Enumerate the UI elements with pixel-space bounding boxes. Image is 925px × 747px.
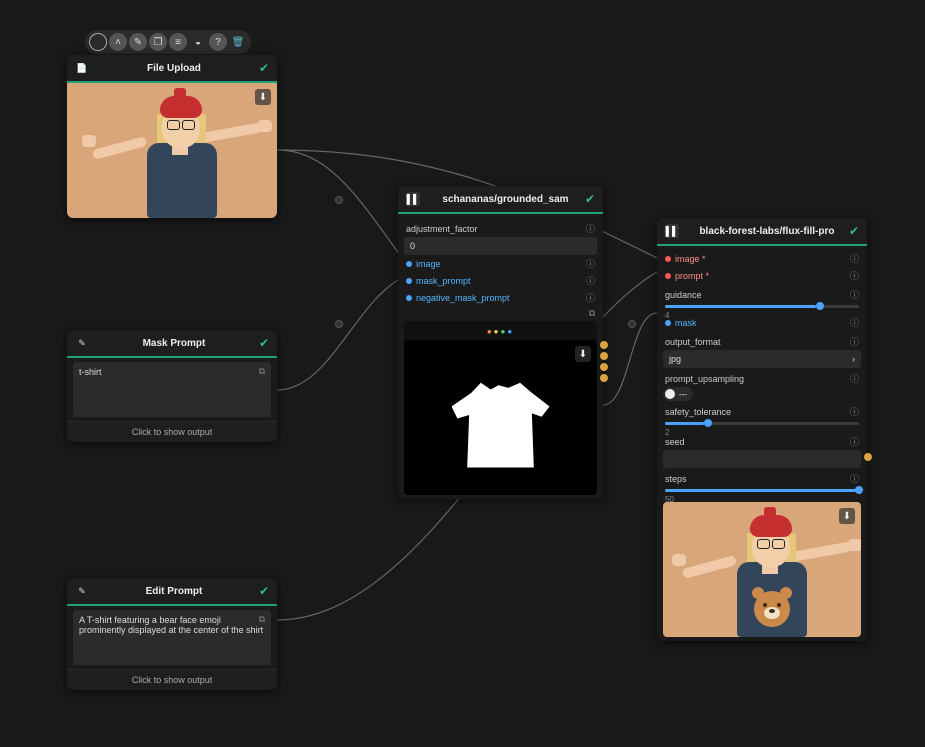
guidance-slider[interactable]: 4: [663, 303, 861, 314]
info-icon[interactable]: ⓘ: [850, 316, 859, 329]
info-icon[interactable]: ⓘ: [850, 405, 859, 418]
output-format-label: output_formatⓘ: [665, 335, 859, 348]
mask-prompt-text: t-shirt: [79, 367, 102, 377]
download-icon[interactable]: ⬇: [839, 508, 855, 524]
output-port[interactable]: [600, 374, 608, 382]
output-port[interactable]: [864, 453, 872, 461]
toolbar-list-icon[interactable]: ≡: [169, 33, 187, 51]
node-header: 📄 File Upload ✔: [67, 55, 277, 83]
steps-label: stepsⓘ: [665, 472, 859, 485]
info-icon[interactable]: ⓘ: [586, 291, 595, 304]
node-toolbar: ˄ ✎ ❐ ≡ ◒ ? 🗑: [85, 30, 251, 54]
edge-handle[interactable]: [335, 196, 343, 204]
toolbar-copy-icon[interactable]: ❐: [149, 33, 167, 51]
show-output-button[interactable]: Click to show output: [67, 669, 277, 690]
node-edit-prompt[interactable]: ✎ Edit Prompt ✔ A T-shirt featuring a be…: [67, 578, 277, 690]
file-icon: 📄: [75, 61, 89, 75]
output-image[interactable]: ⬇: [663, 502, 861, 637]
info-icon[interactable]: ⓘ: [850, 252, 859, 265]
mask-output-image[interactable]: ⬇: [404, 340, 597, 495]
show-output-button[interactable]: Click to show output: [67, 421, 277, 442]
info-icon[interactable]: ⓘ: [586, 222, 595, 235]
info-icon[interactable]: ⓘ: [850, 372, 859, 385]
check-icon: ✔: [259, 584, 269, 598]
port-image[interactable]: imageⓘ: [404, 255, 597, 272]
guidance-label: guidanceⓘ: [665, 288, 859, 301]
info-icon[interactable]: ⓘ: [586, 274, 595, 287]
toolbar-chevron-up-icon[interactable]: ˄: [109, 33, 127, 51]
person-illustration: [702, 507, 822, 637]
bear-emoji-graphic: [754, 591, 790, 627]
mask-prompt-textarea[interactable]: t-shirt ⧉: [73, 362, 271, 417]
node-mask-prompt[interactable]: ✎ Mask Prompt ✔ t-shirt ⧉ Click to show …: [67, 330, 277, 442]
node-flux-fill-pro[interactable]: ▌▌ black-forest-labs/flux-fill-pro ✔ ima…: [657, 218, 867, 641]
pencil-icon[interactable]: ✎: [75, 584, 89, 598]
safety-tolerance-label: safety_toleranceⓘ: [665, 405, 859, 418]
node-title: File Upload: [89, 63, 259, 74]
port-negative-mask-prompt[interactable]: negative_mask_promptⓘ: [404, 289, 597, 306]
node-header: ✎ Mask Prompt ✔: [67, 330, 277, 358]
info-icon[interactable]: ⓘ: [850, 435, 859, 448]
node-title: black-forest-labs/flux-fill-pro: [685, 226, 849, 237]
output-ports: [600, 341, 608, 382]
check-icon: ✔: [849, 224, 859, 238]
model-icon: ▌▌: [406, 192, 420, 206]
info-icon[interactable]: ⓘ: [850, 269, 859, 282]
seed-label: seedⓘ: [665, 435, 859, 448]
download-icon[interactable]: ⬇: [255, 89, 271, 105]
download-icon[interactable]: ⬇: [575, 346, 591, 362]
toolbar-help-icon[interactable]: ?: [209, 33, 227, 51]
output-format-select[interactable]: jpg›: [663, 350, 861, 368]
toolbar-eraser-icon[interactable]: ◒: [189, 33, 207, 51]
info-icon[interactable]: ⓘ: [850, 472, 859, 485]
steps-slider[interactable]: 50: [663, 487, 861, 498]
port-image[interactable]: image *ⓘ: [663, 250, 861, 267]
output-port[interactable]: [600, 363, 608, 371]
edit-prompt-textarea[interactable]: A T-shirt featuring a bear face emoji pr…: [73, 610, 271, 665]
check-icon: ✔: [585, 192, 595, 206]
adjustment-factor-input[interactable]: [404, 237, 597, 255]
output-port[interactable]: [600, 341, 608, 349]
expand-icon[interactable]: ⧉: [259, 614, 265, 625]
adjustment-factor-label: adjustment_factor ⓘ: [406, 222, 595, 235]
node-title: Edit Prompt: [89, 586, 259, 597]
tshirt-mask-shape: [452, 383, 550, 468]
check-icon: ✔: [259, 61, 269, 75]
node-title: Mask Prompt: [89, 338, 259, 349]
safety-tolerance-slider[interactable]: 2: [663, 420, 861, 431]
prompt-upsampling-label: prompt_upsamplingⓘ: [665, 372, 859, 385]
toolbar-trash-icon[interactable]: 🗑: [229, 33, 247, 51]
check-icon: ✔: [259, 336, 269, 350]
node-title: schananas/grounded_sam: [426, 194, 585, 205]
chevron-right-icon: ›: [852, 354, 855, 364]
model-icon: ▌▌: [665, 224, 679, 238]
toolbar-pencil-icon[interactable]: ✎: [129, 33, 147, 51]
node-header: ✎ Edit Prompt ✔: [67, 578, 277, 606]
port-mask-prompt[interactable]: mask_promptⓘ: [404, 272, 597, 289]
node-header: ▌▌ schananas/grounded_sam ✔: [398, 186, 603, 214]
output-indicator-dots: ●●●●: [404, 321, 597, 336]
node-header: ▌▌ black-forest-labs/flux-fill-pro ✔: [657, 218, 867, 246]
person-illustration: [112, 88, 232, 218]
seed-input[interactable]: [663, 450, 861, 468]
edge-handle[interactable]: [628, 320, 636, 328]
edit-prompt-text: A T-shirt featuring a bear face emoji pr…: [79, 615, 263, 635]
expand-icon[interactable]: ⧉: [259, 366, 265, 377]
info-icon[interactable]: ⓘ: [850, 335, 859, 348]
node-grounded-sam[interactable]: ▌▌ schananas/grounded_sam ✔ adjustment_f…: [398, 186, 603, 499]
uploaded-image[interactable]: ⬇: [67, 83, 277, 218]
pencil-icon[interactable]: ✎: [75, 336, 89, 350]
expand-icon[interactable]: ⧉: [589, 308, 595, 318]
port-prompt[interactable]: prompt *ⓘ: [663, 267, 861, 284]
output-port[interactable]: [600, 352, 608, 360]
toolbar-select-icon[interactable]: [89, 33, 107, 51]
info-icon[interactable]: ⓘ: [586, 257, 595, 270]
node-file-upload[interactable]: 📄 File Upload ✔ ⬇: [67, 55, 277, 218]
prompt-upsampling-toggle[interactable]: ---: [663, 387, 693, 401]
port-mask[interactable]: maskⓘ: [663, 314, 861, 331]
info-icon[interactable]: ⓘ: [850, 288, 859, 301]
edge-handle[interactable]: [335, 320, 343, 328]
